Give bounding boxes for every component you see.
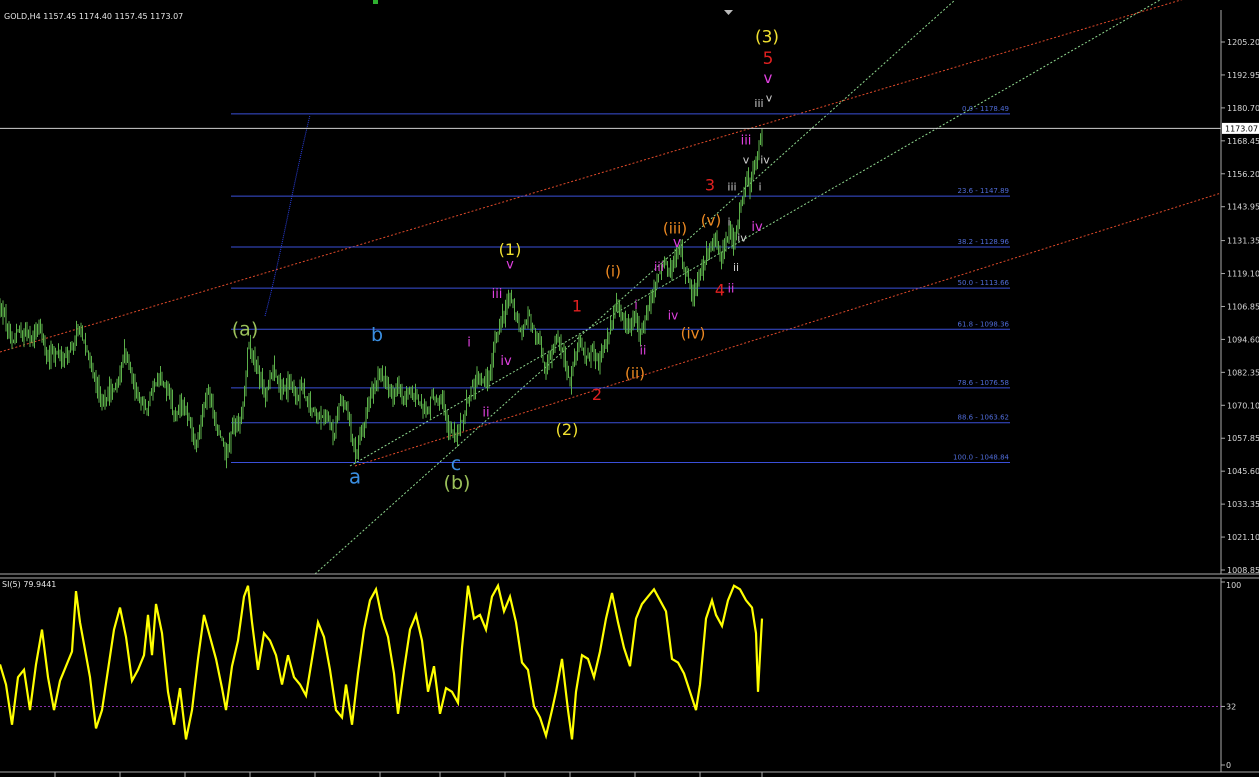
wave-label: iv: [751, 220, 763, 235]
wave-label: ii: [482, 405, 489, 420]
price-tick-label: 1057.85: [1227, 434, 1259, 443]
price-tick-label: 1008.85: [1227, 566, 1259, 575]
price-tick-label: 1180.70: [1227, 104, 1259, 113]
wave-label: ii: [733, 261, 739, 274]
price-tick-label: 1143.95: [1227, 203, 1259, 212]
fib-level-label: 61.8 - 1098.36: [957, 320, 1009, 328]
price-tick-label: 1205.20: [1227, 38, 1259, 47]
chart-background: [0, 0, 1259, 777]
wave-label: (ii): [625, 365, 645, 383]
wave-label: 3: [705, 175, 715, 194]
price-tick-label: 1094.60: [1227, 335, 1259, 344]
wave-label: a: [349, 465, 361, 489]
top-marker-green: [373, 0, 378, 4]
fib-level-label: 88.6 - 1063.62: [957, 414, 1009, 422]
price-tick-label: 1045.60: [1227, 467, 1259, 476]
wave-label: i: [727, 215, 730, 228]
wave-label: (2): [556, 420, 579, 439]
wave-label: (1): [499, 240, 522, 259]
wave-label: v: [743, 154, 750, 167]
osc-tick-label: 100: [1226, 581, 1241, 590]
fib-level-label: 23.6 - 1147.89: [957, 187, 1009, 195]
wave-label: v: [506, 257, 514, 272]
wave-label: (v): [701, 211, 722, 229]
wave-label: i: [758, 180, 761, 193]
wave-label: iii: [654, 260, 664, 274]
price-tick-label: 1082.35: [1227, 368, 1259, 377]
fib-level-label: 38.2 - 1128.96: [957, 238, 1009, 246]
oscillator-info: SI(5) 79.9441: [2, 580, 56, 589]
price-tick-label: 1168.45: [1227, 137, 1259, 146]
wave-label: iii: [741, 134, 752, 149]
wave-label: (iv): [681, 324, 706, 342]
wave-label: v: [766, 92, 773, 105]
wave-label: iv: [737, 232, 747, 245]
wave-label: (iii): [663, 219, 687, 237]
wave-label: 4: [715, 280, 725, 299]
wave-label: 1: [572, 296, 582, 315]
wave-label: ii: [640, 343, 647, 357]
chart-symbol-info: GOLD,H4 1157.45 1174.40 1157.45 1173.07: [4, 12, 183, 21]
wave-label: (a): [232, 319, 258, 341]
wave-label: b: [371, 324, 383, 346]
price-tick-label: 1033.35: [1227, 500, 1259, 509]
price-tick-label: 1070.10: [1227, 401, 1259, 410]
current-price-tag: 1173.07: [1222, 122, 1259, 134]
wave-label: i: [467, 335, 471, 350]
osc-tick-label: 32: [1226, 702, 1236, 711]
wave-label: 5: [763, 49, 774, 69]
wave-label: iv: [668, 309, 678, 323]
price-tick-label: 1021.10: [1227, 533, 1259, 542]
wave-label: v: [764, 69, 773, 87]
price-tick-label: 1119.10: [1227, 270, 1259, 279]
fib-level-label: 0.0 - 1178.49: [962, 105, 1009, 113]
trading-chart[interactable]: 0.0 - 1178.49 23.6 - 1147.89 38.2 - 1128.9…: [0, 0, 1259, 777]
price-tick-label: 1192.95: [1227, 71, 1259, 80]
wave-label: (i): [605, 262, 621, 280]
wave-label: (b): [444, 472, 471, 494]
wave-label: iii: [492, 287, 503, 302]
wave-label: iii: [727, 180, 736, 193]
wave-label: (3): [755, 28, 779, 48]
wave-label: i: [634, 298, 637, 312]
wave-label: ii: [728, 282, 735, 296]
current-price-value: 1173.07: [1225, 124, 1258, 133]
wave-label: 2: [592, 385, 602, 404]
fib-level-label: 50.0 - 1113.66: [957, 279, 1009, 287]
wave-label: iii: [754, 97, 763, 110]
fib-level-label: 78.6 - 1076.58: [957, 379, 1009, 387]
price-tick-label: 1131.35: [1227, 237, 1259, 246]
price-tick-label: 1156.20: [1227, 170, 1259, 179]
wave-label: iv: [500, 354, 512, 369]
fib-level-label: 100.0 - 1048.84: [953, 453, 1010, 461]
price-tick-label: 1106.85: [1227, 302, 1259, 311]
osc-tick-label: 0: [1226, 761, 1231, 770]
wave-label: iv: [760, 154, 770, 167]
